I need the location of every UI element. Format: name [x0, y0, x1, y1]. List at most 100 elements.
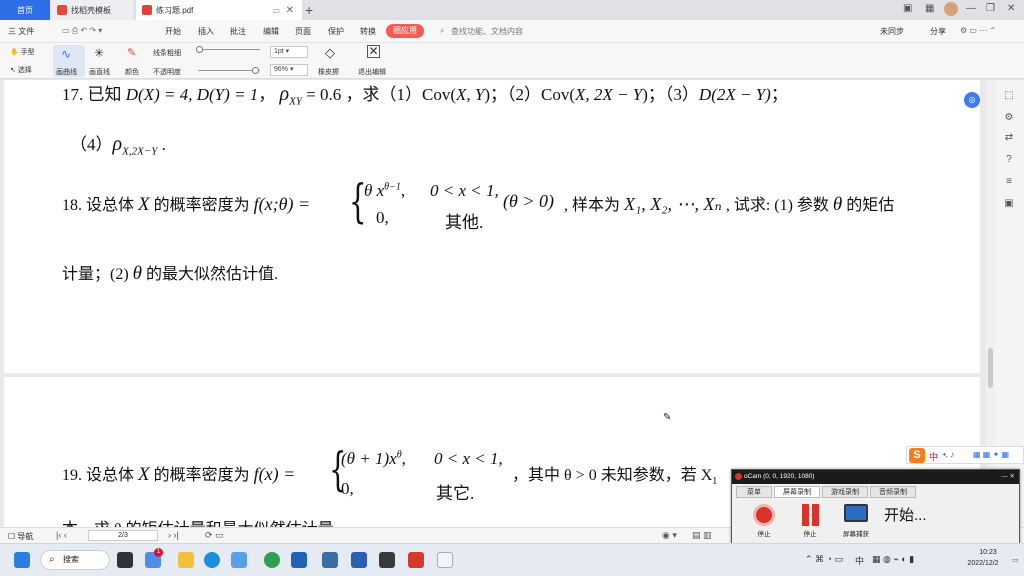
- sidebar-help-icon[interactable]: ?: [1003, 154, 1015, 166]
- q19-case1-comma: ,: [401, 449, 406, 468]
- function-search[interactable]: 查找功能、文档内容: [451, 26, 523, 37]
- tray-more-icons[interactable]: ▦ ◍ ⌁ ◐ ▮: [872, 554, 914, 565]
- grid-icon[interactable]: ▦: [925, 3, 934, 14]
- menu-start[interactable]: 开始: [165, 26, 181, 37]
- restore-window-icon[interactable]: ❐: [986, 3, 995, 14]
- menu-edit[interactable]: 编辑: [263, 26, 279, 37]
- nav-pane-toggle[interactable]: ☐ 导航: [8, 531, 33, 542]
- layout-mode-icons[interactable]: ▤ ▥: [692, 530, 712, 541]
- color-tool[interactable]: 颜色: [125, 67, 139, 77]
- q19-rest: ，其中 θ > 0 未知参数，若 X1: [512, 461, 717, 487]
- q17-cov2: X, 2X − Y: [575, 85, 643, 104]
- app-icon-1[interactable]: [291, 552, 307, 568]
- menu-convert[interactable]: 转换: [360, 26, 376, 37]
- hand-label: 手型: [20, 49, 35, 56]
- scrollbar-thumb[interactable]: [988, 348, 993, 388]
- thickness-select[interactable]: 1pt ▾: [270, 46, 308, 58]
- ocam-tab-audio[interactable]: 音频录制: [870, 486, 916, 498]
- floating-assistant-icon[interactable]: ◎: [964, 92, 980, 108]
- app-icon-2[interactable]: [322, 552, 338, 568]
- clock-date[interactable]: 2022/12/2: [958, 560, 1008, 567]
- sidebar-settings-icon[interactable]: ⚙: [1003, 112, 1015, 124]
- opacity-select[interactable]: 96% ▾: [270, 64, 308, 76]
- q18-line2-text: 计量；(2): [62, 266, 133, 283]
- store-icon[interactable]: [231, 552, 247, 568]
- q17-part4: （4）: [70, 135, 113, 154]
- ocam-taskbar-icon[interactable]: [437, 552, 453, 568]
- ocam-tab-menu[interactable]: 菜单: [736, 486, 772, 498]
- layout-icon[interactable]: ▣: [903, 3, 912, 14]
- sync-status[interactable]: 未同步: [880, 26, 904, 37]
- search-icon[interactable]: ⌕: [440, 26, 444, 36]
- rotate-icon[interactable]: ⟳ ▭: [205, 530, 224, 541]
- sidebar-adjust-icon[interactable]: ≡: [1003, 176, 1015, 188]
- close-window-icon[interactable]: ✕: [1007, 3, 1015, 14]
- close-tab-icon[interactable]: ✕: [286, 5, 294, 16]
- minimize-window-icon[interactable]: —: [966, 3, 976, 14]
- ocam-window-controls[interactable]: — ✕: [1001, 470, 1015, 484]
- q19-case1-expr: (θ + 1)x: [341, 449, 397, 468]
- exit-edit-button[interactable]: 退出编辑: [358, 67, 386, 77]
- line-tool[interactable]: 画直线: [89, 67, 110, 77]
- edge-icon[interactable]: [204, 552, 220, 568]
- sogou-logo-icon[interactable]: S: [909, 448, 925, 463]
- taskbar-search[interactable]: ⌕ 搜索: [40, 550, 110, 570]
- tab-templates[interactable]: 找稻壳模板: [51, 0, 133, 20]
- sidebar-image-icon[interactable]: ▣: [1003, 198, 1015, 210]
- document-viewport: 17. 已知 D(X) = 4, D(Y) = 1， ρXY = 0.6 ，求（…: [0, 80, 985, 527]
- q19-case2: 0,: [341, 479, 354, 498]
- chrome-icon[interactable]: [264, 552, 280, 568]
- ime-tools-icons[interactable]: ▦ ▦ ✦ ▦: [973, 450, 1009, 459]
- ocam-capture-button[interactable]: 屏幕捕获: [836, 504, 876, 538]
- tab-pdf[interactable]: 练习题.pdf ▭ ✕: [136, 0, 302, 20]
- ocam-capture-label: 屏幕捕获: [843, 531, 869, 538]
- ocam-tab-screen[interactable]: 屏幕录制: [774, 486, 820, 498]
- opacity-slider-knob[interactable]: [252, 67, 259, 74]
- task-view-icon[interactable]: [117, 552, 133, 568]
- ime-mode[interactable]: 中: [929, 450, 938, 463]
- notification-center-icon[interactable]: ▭: [1012, 556, 1019, 564]
- menu-protect[interactable]: 保护: [328, 26, 344, 37]
- tray-icons[interactable]: ⌃ ⌘ ◔ ▭: [805, 554, 843, 565]
- app-icon-3[interactable]: [379, 552, 395, 568]
- share-button[interactable]: 分享: [930, 26, 946, 37]
- folder-icon[interactable]: ▭ ⎙ ↶ ↷ ▾: [62, 26, 102, 36]
- opacity-slider[interactable]: [198, 70, 260, 71]
- select-tool[interactable]: ↖ 选择: [10, 65, 32, 75]
- file-explorer-icon[interactable]: [178, 552, 194, 568]
- page-nav-prev-icons[interactable]: |‹ ‹: [56, 530, 67, 540]
- q18-rest: , 样本为 X₁, X₂, ⋯, Xₙ , 试求: (1) 参数 θ 的矩估: [564, 191, 894, 216]
- sidebar-select-icon[interactable]: ⬚: [1003, 90, 1015, 102]
- new-tab-button[interactable]: +: [305, 2, 313, 18]
- thickness-slider-knob[interactable]: [196, 46, 203, 53]
- avatar[interactable]: [944, 2, 958, 16]
- menu-file[interactable]: 三 文件: [8, 26, 34, 37]
- q19-cond2: 其它.: [436, 484, 475, 503]
- page-number-input[interactable]: 2/3: [88, 530, 158, 541]
- tray-ime[interactable]: 中: [855, 554, 864, 567]
- opacity-label: 不透明度: [153, 69, 181, 76]
- ocam-pause-button[interactable]: 停止: [790, 504, 830, 538]
- hand-tool[interactable]: ✋ 手型: [10, 47, 35, 57]
- clock-time[interactable]: 10:23: [968, 549, 1008, 556]
- windows-start-icon[interactable]: [14, 552, 30, 568]
- q18-x: X: [138, 194, 150, 215]
- wps-icon[interactable]: [408, 552, 424, 568]
- view-mode-icons[interactable]: ◉ ▾: [662, 530, 677, 541]
- menu-insert[interactable]: 插入: [198, 26, 214, 37]
- word-icon[interactable]: [351, 552, 367, 568]
- eraser-tool[interactable]: 橡皮擦: [318, 67, 339, 77]
- menu-comment[interactable]: 批注: [230, 26, 246, 37]
- menu-page[interactable]: 页面: [295, 26, 311, 37]
- ime-extras[interactable]: •, ♪: [943, 450, 954, 459]
- q19-x: X: [138, 464, 150, 485]
- restore-tab-icon[interactable]: ▭: [272, 6, 280, 15]
- more-icons[interactable]: ⚙ ▭ ⋯ ⌃: [960, 26, 996, 35]
- menu-apps[interactable]: 圈应用: [386, 24, 424, 38]
- tab-home[interactable]: 首页: [0, 0, 50, 20]
- sidebar-translate-icon[interactable]: ⇄: [1003, 132, 1015, 144]
- thickness-slider[interactable]: [198, 49, 260, 50]
- page-nav-next-icons[interactable]: › ›|: [168, 530, 179, 540]
- ocam-tab-game[interactable]: 游戏录制: [822, 486, 868, 498]
- ocam-stop-button[interactable]: 停止: [744, 504, 784, 538]
